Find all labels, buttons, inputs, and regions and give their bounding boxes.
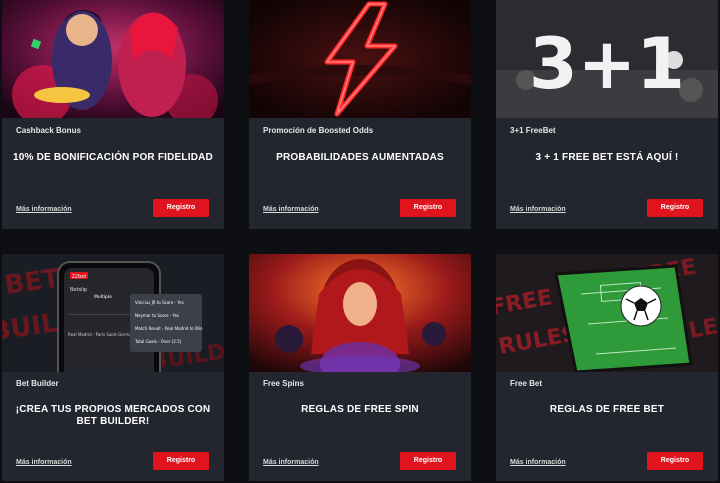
promo-category: Bet Builder [16, 379, 59, 388]
promo-headline: 10% DE BONIFICACIÓN POR FIDELIDAD [13, 152, 213, 163]
register-button[interactable]: Registro [153, 199, 209, 217]
svg-text:Multiple: Multiple [94, 294, 112, 300]
svg-text:Vinicius JR to Score - Yes: Vinicius JR to Score - Yes [135, 300, 184, 305]
promo-headline: REGLAS DE FREE SPIN [301, 404, 419, 415]
more-info-link[interactable]: Más información [263, 206, 319, 213]
promo-image-3plus1: 3+1 [496, 0, 718, 118]
register-button[interactable]: Registro [400, 199, 456, 217]
promo-category: Cashback Bonus [16, 126, 81, 135]
promo-category: Free Spins [263, 379, 304, 388]
svg-text:Total Goals - Over (2.5): Total Goals - Over (2.5) [134, 339, 182, 344]
promo-card-cashback: Cashback Bonus 10% DE BONIFICACIÓN POR F… [2, 0, 224, 229]
promo-category: Free Bet [510, 379, 543, 388]
promo-image-lightning [249, 0, 471, 118]
promo-headline: 3 + 1 FREE BET ESTÁ AQUÍ ! [535, 152, 679, 163]
more-info-link[interactable]: Más información [16, 206, 72, 213]
promo-card-free-spins: Free Spins REGLAS DE FREE SPIN Más infor… [249, 254, 471, 481]
promo-image-bet-builder: BET BUILDER BUILDER 22bet Betslip Multip… [2, 254, 224, 372]
promo-image-heroes [2, 0, 224, 118]
promo-card-bet-builder: BET BUILDER BUILDER 22bet Betslip Multip… [2, 254, 224, 481]
register-button[interactable]: Registro [647, 452, 703, 470]
promo-headline: REGLAS DE FREE BET [549, 404, 665, 415]
promo-image-text: 3+1 [529, 23, 685, 105]
svg-text:22bet: 22bet [72, 274, 87, 280]
register-button[interactable]: Registro [647, 199, 703, 217]
promo-card-3plus1: 3+1 3+1 FreeBet 3 + 1 FREE BET ESTÁ AQUÍ… [496, 0, 718, 229]
promo-category: Promoción de Boosted Odds [263, 126, 374, 135]
promo-image-soccer-phone: FREE FREE RULES RULES [496, 254, 718, 372]
svg-text:Neymar to Score - Yes: Neymar to Score - Yes [135, 313, 179, 318]
promo-headline: ¡CREA TUS PROPIOS MERCADOS CON BET BUILD… [15, 404, 211, 427]
svg-text:Betslip: Betslip [70, 287, 87, 293]
promo-category: 3+1 FreeBet [510, 126, 556, 135]
promo-card-free-bet: FREE FREE RULES RULES Free Bet REGLAS DE… [496, 254, 718, 481]
svg-text:Real Madrid - Paris Saint-Germ: Real Madrid - Paris Saint-Germain [68, 332, 136, 337]
svg-text:Match Result - Real Madrid to: Match Result - Real Madrid to Win [135, 326, 203, 331]
promo-card-boosted-odds: Promoción de Boosted Odds PROBABILIDADES… [249, 0, 471, 229]
promo-image-heroine [249, 254, 471, 372]
register-button[interactable]: Registro [153, 452, 209, 470]
more-info-link[interactable]: Más información [263, 459, 319, 466]
promo-headline: PROBABILIDADES AUMENTADAS [276, 152, 444, 163]
more-info-link[interactable]: Más información [510, 459, 566, 466]
more-info-link[interactable]: Más información [16, 459, 72, 466]
more-info-link[interactable]: Más información [510, 206, 566, 213]
register-button[interactable]: Registro [400, 452, 456, 470]
